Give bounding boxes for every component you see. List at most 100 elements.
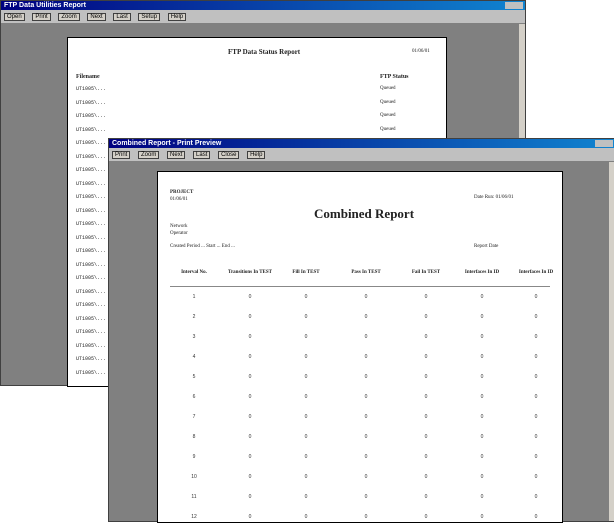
toolbar-button-last[interactable]: Last <box>193 151 211 159</box>
column-header: Pass In TEST <box>351 270 381 275</box>
table-cell: 0 <box>424 294 428 300</box>
table-cell: 0 <box>424 374 428 380</box>
table-cell: 0 <box>480 354 484 360</box>
column-header: Interval No. <box>181 270 207 275</box>
toolbar-button-help[interactable]: Help <box>167 13 187 21</box>
window-controls[interactable] <box>505 2 523 9</box>
table-cell: 10 <box>191 474 197 480</box>
table-cell: 0 <box>248 354 252 360</box>
table-cell: 0 <box>534 454 538 460</box>
back-report-date: 01/06/01 <box>412 49 430 54</box>
table-cell: 0 <box>534 494 538 500</box>
front-header-left-sub: 01/06/01 <box>170 197 188 202</box>
front-header-left: PROJECT <box>170 190 194 195</box>
table-cell: 9 <box>192 454 196 460</box>
table-cell: 0 <box>304 454 308 460</box>
toolbar-button-help[interactable]: Help <box>247 151 266 159</box>
column-header: Transitions In TEST <box>228 270 273 275</box>
table-cell: 0 <box>248 334 252 340</box>
table-cell: 0 <box>304 414 308 420</box>
table-cell: 0 <box>534 314 538 320</box>
back-row-filename: UT1005\... <box>76 221 107 227</box>
table-cell: 1 <box>192 294 196 300</box>
back-col-filename: Filename <box>76 74 100 80</box>
front-report-window[interactable]: Combined Report - Print Preview Print Zo… <box>108 138 614 523</box>
back-row-filename: UT1005\... <box>76 99 107 106</box>
table-cell: 0 <box>480 454 484 460</box>
toolbar-button-zoom[interactable]: Zoom <box>58 13 80 21</box>
toolbar-button-open[interactable]: Open <box>4 13 25 21</box>
back-row-filename: UT1005\... <box>76 369 107 376</box>
table-cell: 0 <box>480 294 484 300</box>
table-cell: 0 <box>304 334 308 340</box>
toolbar-button-last[interactable]: Last <box>113 13 131 21</box>
back-row-filename: UT1005\... <box>76 302 107 308</box>
table-cell: 0 <box>534 354 538 360</box>
table-cell: 0 <box>364 294 368 300</box>
toolbar-button-setup[interactable]: Setup <box>138 13 161 21</box>
table-cell: 0 <box>304 434 308 440</box>
table-cell: 0 <box>534 334 538 340</box>
table-cell: 0 <box>480 374 484 380</box>
table-cell: 0 <box>364 374 368 380</box>
back-row-filename: UT1005\... <box>76 126 107 133</box>
table-cell: 0 <box>534 514 538 520</box>
table-cell: 0 <box>424 414 428 420</box>
toolbar-button-print[interactable]: Print <box>112 151 131 159</box>
table-cell: 0 <box>248 494 252 500</box>
toolbar-button-print[interactable]: Print <box>32 13 51 21</box>
table-cell: 0 <box>364 334 368 340</box>
toolbar-button-next[interactable]: Next <box>167 151 186 159</box>
toolbar-button-next[interactable]: Next <box>87 13 106 21</box>
table-cell: 0 <box>304 374 308 380</box>
table-cell: 0 <box>248 374 252 380</box>
back-report-title: FTP Data Status Report <box>228 48 301 56</box>
table-cell: 0 <box>248 454 252 460</box>
table-cell: 0 <box>248 474 252 480</box>
toolbar-button-close[interactable]: Close <box>218 151 240 159</box>
table-cell: 0 <box>424 354 428 360</box>
back-row-filename: UT1005\... <box>76 207 107 214</box>
table-cell: 0 <box>304 474 308 480</box>
front-window-titlebar[interactable]: Combined Report - Print Preview <box>109 139 614 148</box>
table-cell: 0 <box>534 414 538 420</box>
front-window-toolbar: Print Zoom Next Last Close Help <box>109 148 614 162</box>
back-row-status: Queued <box>380 99 396 105</box>
table-cell: 0 <box>364 474 368 480</box>
table-cell: 0 <box>424 494 428 500</box>
back-row-filename: UT1005\... <box>76 275 107 281</box>
front-filter-line: Created Period ... Start ... End ... <box>170 244 235 249</box>
table-cell: 0 <box>364 514 368 520</box>
table-cell: 5 <box>192 374 196 380</box>
front-window-scrollbar[interactable] <box>608 162 614 521</box>
back-window-titlebar[interactable]: FTP Data Utilities Report <box>1 1 525 10</box>
back-row-filename: UT1005\... <box>76 194 107 200</box>
table-cell: 0 <box>480 314 484 320</box>
back-row-filename: UT1005\... <box>76 329 107 335</box>
column-header: Interfaces In ID <box>464 270 500 275</box>
table-cell: 0 <box>424 314 428 320</box>
table-cell: 3 <box>192 334 196 340</box>
front-meta-network: Network <box>170 224 188 229</box>
table-cell: 0 <box>480 414 484 420</box>
table-cell: 4 <box>192 354 196 360</box>
window-controls[interactable] <box>595 140 613 147</box>
back-row-filename: UT1005\... <box>76 342 107 349</box>
table-cell: 0 <box>424 514 428 520</box>
table-cell: 0 <box>304 394 308 400</box>
back-row-filename: UT1005\... <box>76 167 107 173</box>
table-cell: 0 <box>364 394 368 400</box>
front-window-title: Combined Report - Print Preview <box>112 140 222 147</box>
front-filter-right: Report Date <box>474 244 499 249</box>
table-cell: 2 <box>192 314 196 320</box>
back-row-filename: UT1005\... <box>76 180 107 187</box>
table-cell: 0 <box>534 294 538 300</box>
back-row-filename: UT1005\... <box>76 140 107 146</box>
back-window-title: FTP Data Utilities Report <box>4 2 86 9</box>
back-row-filename: UT1005\... <box>76 113 107 119</box>
toolbar-button-zoom[interactable]: Zoom <box>138 151 160 159</box>
table-cell: 0 <box>248 294 252 300</box>
table-cell: 0 <box>480 474 484 480</box>
table-cell: 0 <box>364 494 368 500</box>
back-row-filename: UT1005\... <box>76 356 107 362</box>
